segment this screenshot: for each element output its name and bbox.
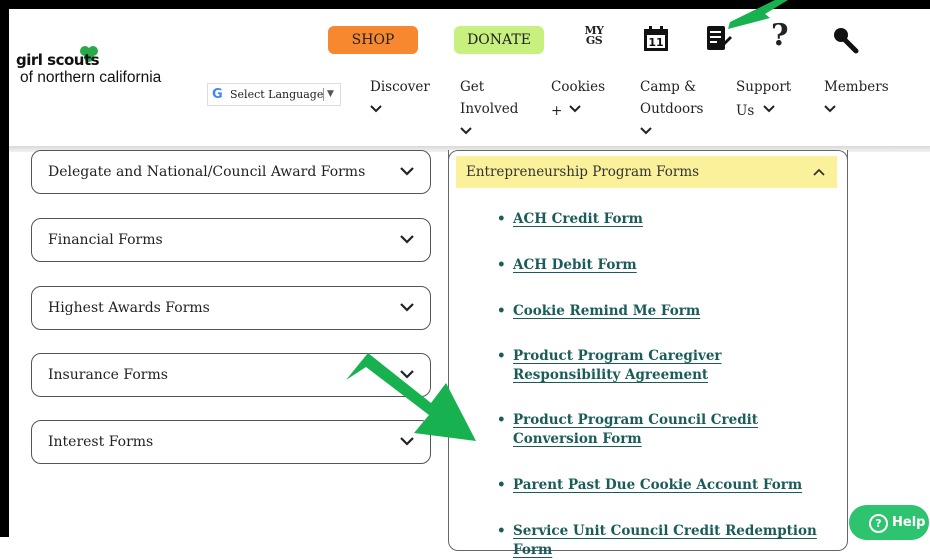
chevron-down-icon: [824, 105, 836, 113]
chevron-down-icon: [460, 127, 472, 135]
nav-discover-label: Discover: [370, 79, 430, 95]
link-label: Cookie Remind Me Form: [513, 303, 701, 319]
my-gs-link[interactable]: MY GS: [580, 25, 608, 46]
accordion-delegate-award-forms[interactable]: Delegate and National/Council Award Form…: [31, 150, 431, 194]
accordion-financial-forms[interactable]: Financial Forms: [31, 218, 431, 262]
frame-top-border: [0, 0, 930, 9]
bullet: •: [497, 477, 506, 493]
language-select[interactable]: G Select Language ▼: [207, 83, 341, 106]
logo-line-1: girl scouts: [16, 51, 100, 69]
bullet: •: [497, 257, 506, 273]
chevron-down-icon: [568, 105, 581, 113]
link-service-unit-credit-redemption-form[interactable]: • Service Unit Council Credit Redemption…: [497, 522, 842, 560]
search-icon[interactable]: [830, 24, 860, 54]
chevron-down-icon: [370, 105, 382, 113]
accordion-highest-awards-forms[interactable]: Highest Awards Forms: [31, 286, 431, 330]
link-label: ACH Credit Form: [513, 211, 643, 227]
accordion-entrepreneurship-forms[interactable]: Entrepreneurship Program Forms: [456, 156, 837, 188]
donate-button[interactable]: DONATE: [454, 26, 544, 54]
chevron-up-icon: [813, 168, 825, 176]
link-label: Service Unit Council Credit Redemption F…: [513, 523, 817, 558]
accordion-label: Insurance Forms: [48, 367, 168, 383]
chevron-down-icon: [400, 235, 414, 244]
svg-text:11: 11: [648, 36, 663, 49]
accordion-label: Interest Forms: [48, 434, 154, 450]
accordion-label: Highest Awards Forms: [48, 300, 210, 316]
site-logo[interactable]: girl scouts of northern california: [16, 45, 186, 100]
bullet: •: [497, 523, 506, 539]
panel-title: Entrepreneurship Program Forms: [466, 164, 700, 180]
help-button[interactable]: ? Help: [849, 505, 929, 540]
chevron-down-icon: [640, 127, 652, 135]
language-select-label: Select Language: [230, 88, 324, 101]
link-ach-debit-form[interactable]: • ACH Debit Form: [497, 256, 827, 275]
nav-discover[interactable]: Discover: [370, 76, 430, 115]
nav-members[interactable]: Members: [824, 76, 894, 115]
nav-get-involved[interactable]: Get Involved: [460, 76, 518, 137]
accordion-label: Financial Forms: [48, 232, 163, 248]
google-g-icon: G: [212, 87, 223, 102]
accordion-label: Delegate and National/Council Award Form…: [48, 164, 366, 180]
link-caregiver-responsibility-agreement[interactable]: • Product Program Caregiver Responsibili…: [497, 347, 827, 385]
bullet: •: [497, 348, 506, 364]
link-cookie-remind-me-form[interactable]: • Cookie Remind Me Form: [497, 302, 827, 321]
link-label: Parent Past Due Cookie Account Form: [513, 477, 803, 493]
language-select-separator: [323, 88, 324, 101]
link-label: ACH Debit Form: [513, 257, 637, 273]
chevron-down-icon: [762, 105, 775, 113]
green-arrow-annotation-top: [728, 0, 788, 29]
help-button-label: Help: [892, 515, 926, 530]
nav-camp-outdoors[interactable]: Camp & Outdoors: [640, 76, 708, 137]
help-circle-icon: ?: [869, 514, 888, 533]
link-label: Product Program Caregiver Responsibility…: [513, 348, 722, 383]
link-ach-credit-form[interactable]: • ACH Credit Form: [497, 210, 827, 229]
calendar-icon[interactable]: 11: [643, 26, 669, 52]
link-label: Product Program Council Credit Conversio…: [513, 412, 759, 447]
link-council-credit-conversion-form[interactable]: • Product Program Council Credit Convers…: [497, 411, 827, 449]
bullet: •: [497, 303, 506, 319]
link-parent-past-due-cookie-form[interactable]: • Parent Past Due Cookie Account Form: [497, 476, 827, 495]
nav-members-label: Members: [824, 79, 889, 95]
bullet: •: [497, 211, 506, 227]
nav-cookies[interactable]: Cookies +: [551, 76, 611, 122]
nav-get-involved-label: Get Involved: [460, 79, 519, 117]
logo-line-2: of northern california: [20, 69, 162, 86]
dropdown-arrow-icon: ▼: [327, 89, 334, 99]
green-arrow-annotation: [346, 353, 476, 441]
nav-support-us[interactable]: Support Us: [736, 76, 796, 122]
chevron-down-icon: [400, 167, 414, 176]
nav-camp-outdoors-label: Camp & Outdoors: [640, 79, 704, 117]
chevron-down-icon: [400, 303, 414, 312]
bullet: •: [497, 412, 506, 428]
shop-button[interactable]: SHOP: [328, 26, 418, 54]
frame-left-border: [0, 0, 9, 537]
